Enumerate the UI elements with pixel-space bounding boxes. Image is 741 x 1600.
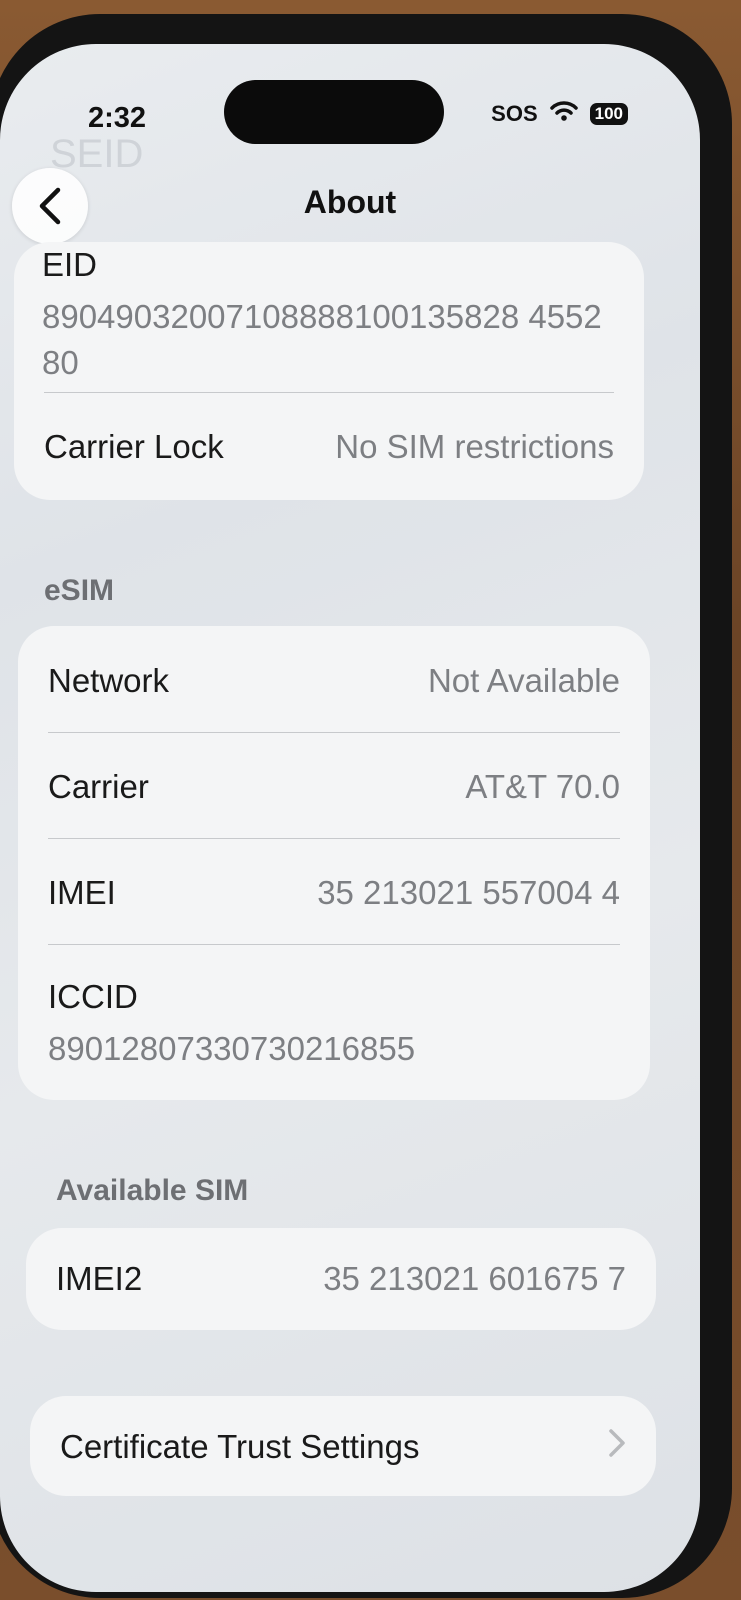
wifi-icon [549, 100, 578, 127]
available-sim-card: IMEI2 35 213021 601675 7 [26, 1228, 656, 1330]
sos-indicator: SOS [491, 100, 538, 126]
dynamic-island [224, 80, 444, 144]
iccid-label: ICCID [48, 978, 138, 1015]
separator [48, 732, 620, 733]
separator [48, 838, 620, 839]
chevron-right-icon [608, 1428, 626, 1466]
imei2-row: IMEI2 35 213021 601675 7 [56, 1260, 626, 1298]
screen: SEID 2:32 SOS 100 About EID 890490320071… [0, 44, 700, 1592]
carrier-value[interactable]: AT&T 70.0 [465, 768, 620, 806]
eid-label: EID [42, 246, 98, 283]
imei-label: IMEI [48, 874, 116, 911]
device-info-card-body: EID 89049032007108888100135828 455280 Ca… [14, 242, 644, 500]
status-indicators: SOS 100 [491, 100, 628, 127]
separator [48, 944, 620, 945]
imei2-label: IMEI2 [56, 1260, 143, 1297]
network-row: Network Not Available [48, 662, 620, 700]
iccid-value[interactable]: 89012807330730216855 [48, 1030, 415, 1068]
network-label: Network [48, 662, 170, 699]
carrier-lock-value: No SIM restrictions [335, 428, 614, 465]
carrier-label: Carrier [48, 768, 149, 805]
separator [44, 392, 614, 393]
esim-section-label: eSIM [44, 574, 115, 607]
imei2-value[interactable]: 35 213021 601675 7 [323, 1260, 626, 1298]
carrier-lock-row: Carrier Lock No SIM restrictions [44, 428, 614, 466]
eid-value[interactable]: 89049032007108888100135828 455280 [42, 294, 602, 386]
carrier-lock-label: Carrier Lock [44, 428, 224, 465]
status-time: 2:32 [88, 102, 147, 134]
phone-frame: SEID 2:32 SOS 100 About EID 890490320071… [0, 14, 732, 1598]
certificate-row-content: Certificate Trust Settings [60, 1428, 626, 1466]
certificate-trust-settings-row[interactable]: Certificate Trust Settings [30, 1396, 656, 1496]
available-sim-section-label: Available SIM [56, 1174, 249, 1207]
esim-card: Network Not Available Carrier AT&T 70.0 … [18, 626, 650, 1100]
imei-value[interactable]: 35 213021 557004 4 [317, 874, 620, 912]
certificate-trust-settings-label: Certificate Trust Settings [60, 1428, 420, 1465]
network-value: Not Available [427, 662, 620, 699]
battery-icon: 100 [589, 102, 628, 125]
carrier-row: Carrier AT&T 70.0 [48, 768, 620, 806]
imei-row: IMEI 35 213021 557004 4 [48, 874, 620, 912]
